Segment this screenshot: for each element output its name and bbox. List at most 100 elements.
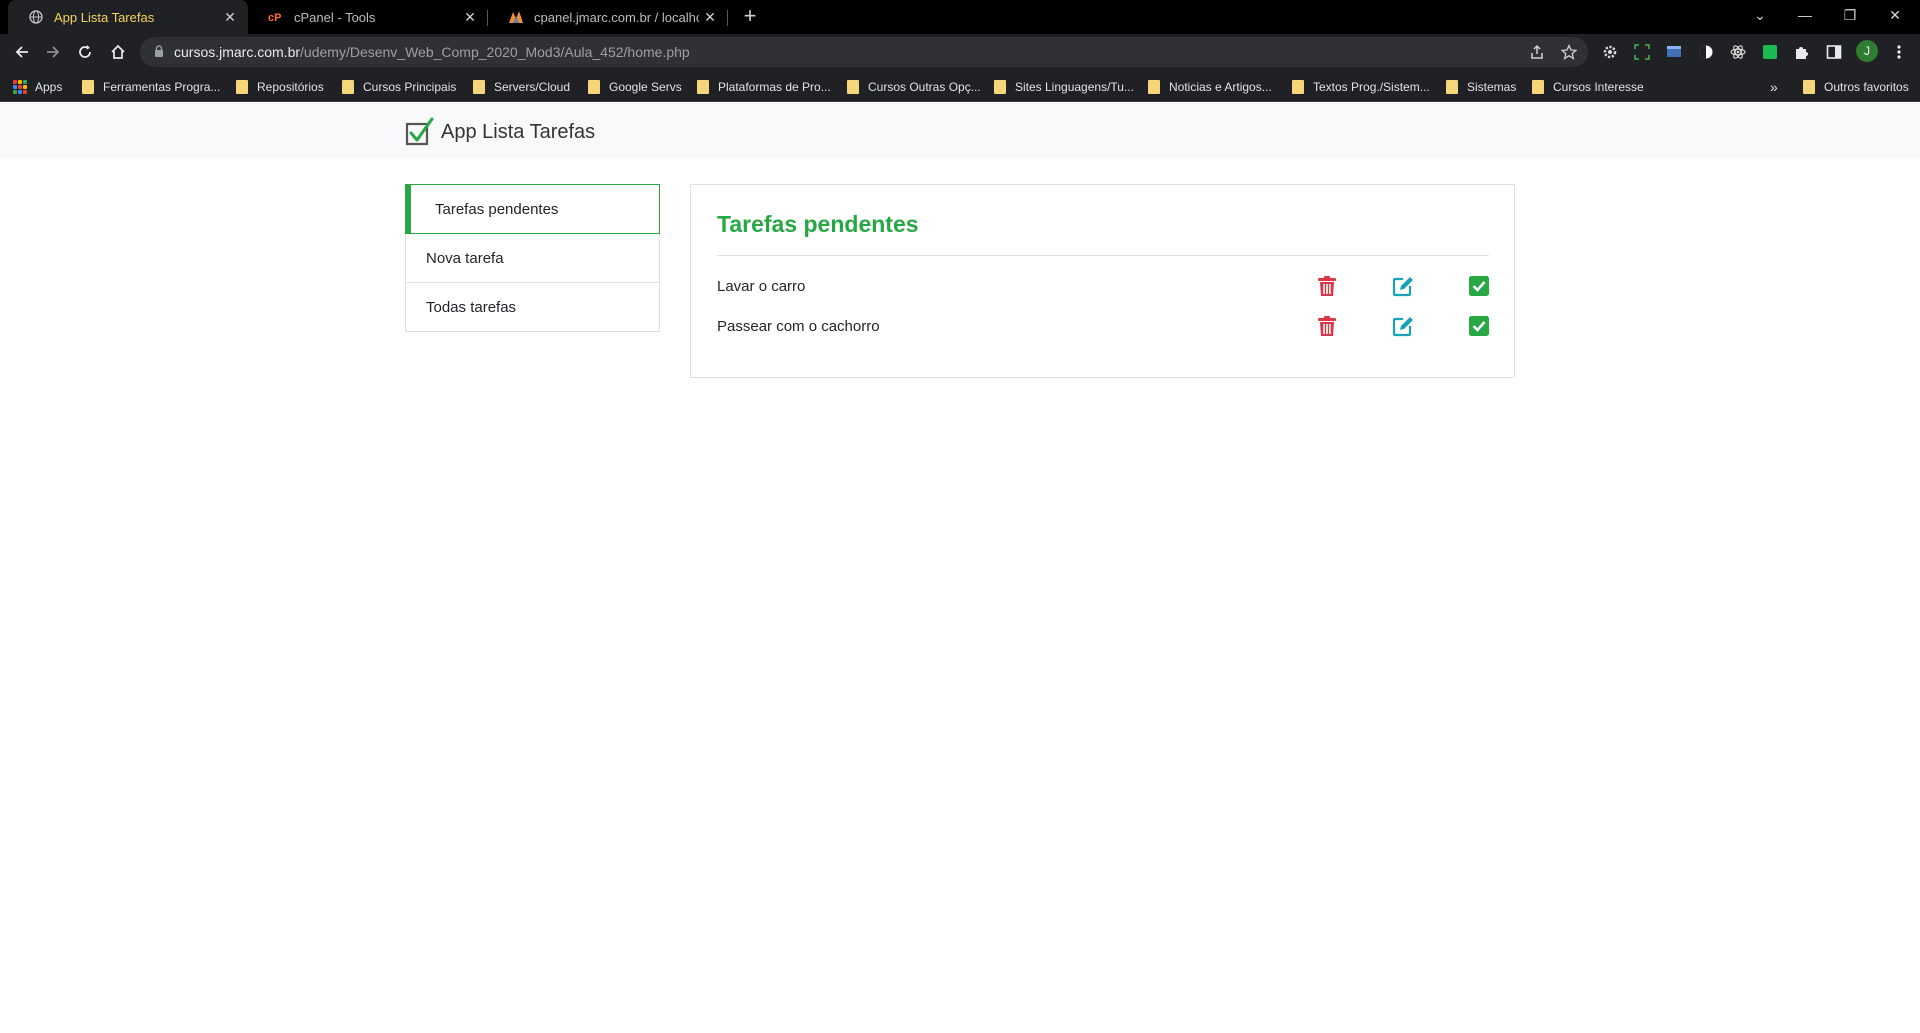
- bookmark-folder[interactable]: Cursos Interesse: [1532, 78, 1644, 96]
- url-path: /udemy/Desenv_Web_Comp_2020_Mod3/Aula_45…: [300, 44, 690, 60]
- brand-link[interactable]: App Lista Tarefas: [405, 117, 595, 147]
- delete-task-button[interactable]: [1316, 315, 1338, 337]
- address-bar[interactable]: cursos.jmarc.com.br/udemy/Desenv_Web_Com…: [140, 37, 1588, 67]
- green-extension-icon[interactable]: [1761, 43, 1779, 61]
- task-text: Lavar o carro: [717, 278, 806, 295]
- folder-icon: [1446, 80, 1458, 94]
- bookmark-folder[interactable]: Cursos Outras Opç...: [847, 78, 981, 96]
- bookmark-star-icon[interactable]: [1560, 43, 1578, 61]
- profile-initial: J: [1864, 44, 1870, 58]
- restore-button[interactable]: ❐: [1830, 0, 1870, 30]
- screenshot-extension-icon[interactable]: [1633, 43, 1651, 61]
- bookmark-label: Cursos Outras Opç...: [868, 80, 981, 94]
- bookmark-label: Cursos Interesse: [1553, 80, 1644, 94]
- close-tab-icon[interactable]: ✕: [702, 9, 718, 25]
- close-tab-icon[interactable]: ✕: [462, 9, 478, 25]
- menu-item-label: Tarefas pendentes: [435, 200, 559, 218]
- share-icon[interactable]: [1528, 43, 1546, 61]
- bookmark-label: Apps: [35, 80, 63, 94]
- brand-title: App Lista Tarefas: [441, 120, 596, 143]
- menu-item-label: Nova tarefa: [426, 249, 504, 267]
- folder-icon: [588, 80, 600, 94]
- close-tab-icon[interactable]: ✕: [222, 9, 238, 25]
- trash-icon: [1318, 315, 1336, 336]
- reload-button[interactable]: [73, 40, 97, 64]
- menu-item-tarefas-pendentes[interactable]: Tarefas pendentes: [405, 184, 660, 234]
- window-extension-icon[interactable]: [1665, 43, 1683, 61]
- folder-icon: [1292, 80, 1304, 94]
- complete-task-button[interactable]: [1468, 275, 1490, 297]
- tasks-card: Tarefas pendentes Lavar o carro Passear …: [690, 184, 1515, 378]
- back-button[interactable]: [10, 40, 34, 64]
- bookmark-label: Outros favoritos: [1824, 80, 1909, 94]
- home-button[interactable]: [106, 40, 130, 64]
- folder-icon: [1532, 80, 1544, 94]
- gear-extension-icon[interactable]: [1601, 43, 1619, 61]
- folder-icon: [847, 80, 859, 94]
- cpanel-icon: cP: [268, 9, 284, 25]
- bookmark-label: Sistemas: [1467, 80, 1517, 94]
- puzzle-extensions-icon[interactable]: [1793, 43, 1811, 61]
- bookmark-other-favorites[interactable]: Outros favoritos: [1803, 78, 1909, 96]
- tab-cpanel-tools[interactable]: cP cPanel - Tools ✕: [248, 0, 488, 34]
- check-square-icon: [1469, 276, 1489, 296]
- globe-icon: [28, 9, 44, 25]
- bookmark-label: Sites Linguagens/Tu...: [1015, 80, 1134, 94]
- forward-arrow-icon: [47, 46, 60, 58]
- folder-icon: [1803, 80, 1815, 94]
- apps-grid-icon: [13, 80, 27, 94]
- folder-icon: [1148, 80, 1160, 94]
- bookmark-folder[interactable]: Servers/Cloud: [473, 78, 570, 96]
- bookmark-folder[interactable]: Sistemas: [1446, 78, 1516, 96]
- menu-item-todas-tarefas[interactable]: Todas tarefas: [405, 283, 660, 332]
- folder-icon: [82, 80, 94, 94]
- bookmarks-overflow-button[interactable]: »: [1770, 78, 1778, 96]
- kebab-menu-icon[interactable]: [1890, 43, 1908, 61]
- edit-task-button[interactable]: [1392, 315, 1414, 337]
- bookmark-folder[interactable]: Repositórios: [236, 78, 324, 96]
- svg-text:cP: cP: [268, 12, 281, 23]
- bookmark-folder[interactable]: Google Servs: [588, 78, 682, 96]
- react-extension-icon[interactable]: [1729, 43, 1747, 61]
- edit-icon: [1392, 317, 1413, 337]
- task-row: Passear com o cachorro: [717, 313, 1489, 343]
- complete-task-button[interactable]: [1468, 315, 1490, 337]
- bookmark-folder[interactable]: Sites Linguagens/Tu...: [994, 78, 1134, 96]
- tab-search-icon[interactable]: ⌄: [1740, 0, 1780, 30]
- bookmark-label: Plataformas de Pro...: [718, 80, 831, 94]
- bookmark-folder[interactable]: Ferramentas Progra...: [82, 78, 220, 96]
- folder-icon: [342, 80, 354, 94]
- profile-avatar[interactable]: J: [1856, 40, 1878, 62]
- forward-button[interactable]: [41, 40, 65, 64]
- close-window-button[interactable]: ✕: [1875, 0, 1915, 30]
- home-icon: [111, 44, 125, 59]
- lock-icon[interactable]: [154, 45, 164, 63]
- tab-app-lista-tarefas[interactable]: App Lista Tarefas ✕: [8, 0, 248, 34]
- side-menu: Tarefas pendentes Nova tarefa Todas tare…: [405, 184, 660, 332]
- divider: [717, 255, 1489, 256]
- side-panel-icon[interactable]: [1825, 43, 1843, 61]
- tab-strip: App Lista Tarefas ✕ cP cPanel - Tools ✕ …: [0, 0, 1920, 34]
- new-tab-button[interactable]: +: [738, 5, 762, 29]
- bookmarks-bar: Apps Ferramentas Progra... Repositórios …: [0, 70, 1920, 102]
- minimize-button[interactable]: —: [1785, 0, 1825, 30]
- check-square-icon: [1469, 316, 1489, 336]
- menu-item-nova-tarefa[interactable]: Nova tarefa: [405, 234, 660, 283]
- bookmark-folder[interactable]: Noticias e Artigos...: [1148, 78, 1272, 96]
- bookmark-label: Servers/Cloud: [494, 80, 571, 94]
- delete-task-button[interactable]: [1316, 275, 1338, 297]
- folder-icon: [697, 80, 709, 94]
- menu-item-label: Todas tarefas: [426, 298, 517, 316]
- bookmark-label: Textos Prog./Sistem...: [1313, 80, 1430, 94]
- bookmark-folder[interactable]: Plataformas de Pro...: [697, 78, 831, 96]
- url-text: cursos.jmarc.com.br/udemy/Desenv_Web_Com…: [174, 44, 690, 60]
- bookmark-folder[interactable]: Cursos Principais: [342, 78, 456, 96]
- contrast-extension-icon[interactable]: [1697, 43, 1715, 61]
- tab-phpmyadmin[interactable]: cpanel.jmarc.com.br / localhost / ✕: [488, 0, 728, 34]
- bookmark-apps[interactable]: Apps: [13, 78, 62, 96]
- bookmark-label: Google Servs: [609, 80, 682, 94]
- task-text: Passear com o cachorro: [717, 318, 880, 335]
- edit-task-button[interactable]: [1392, 275, 1414, 297]
- tab-title: cPanel - Tools: [294, 9, 376, 25]
- bookmark-folder[interactable]: Textos Prog./Sistem...: [1292, 78, 1430, 96]
